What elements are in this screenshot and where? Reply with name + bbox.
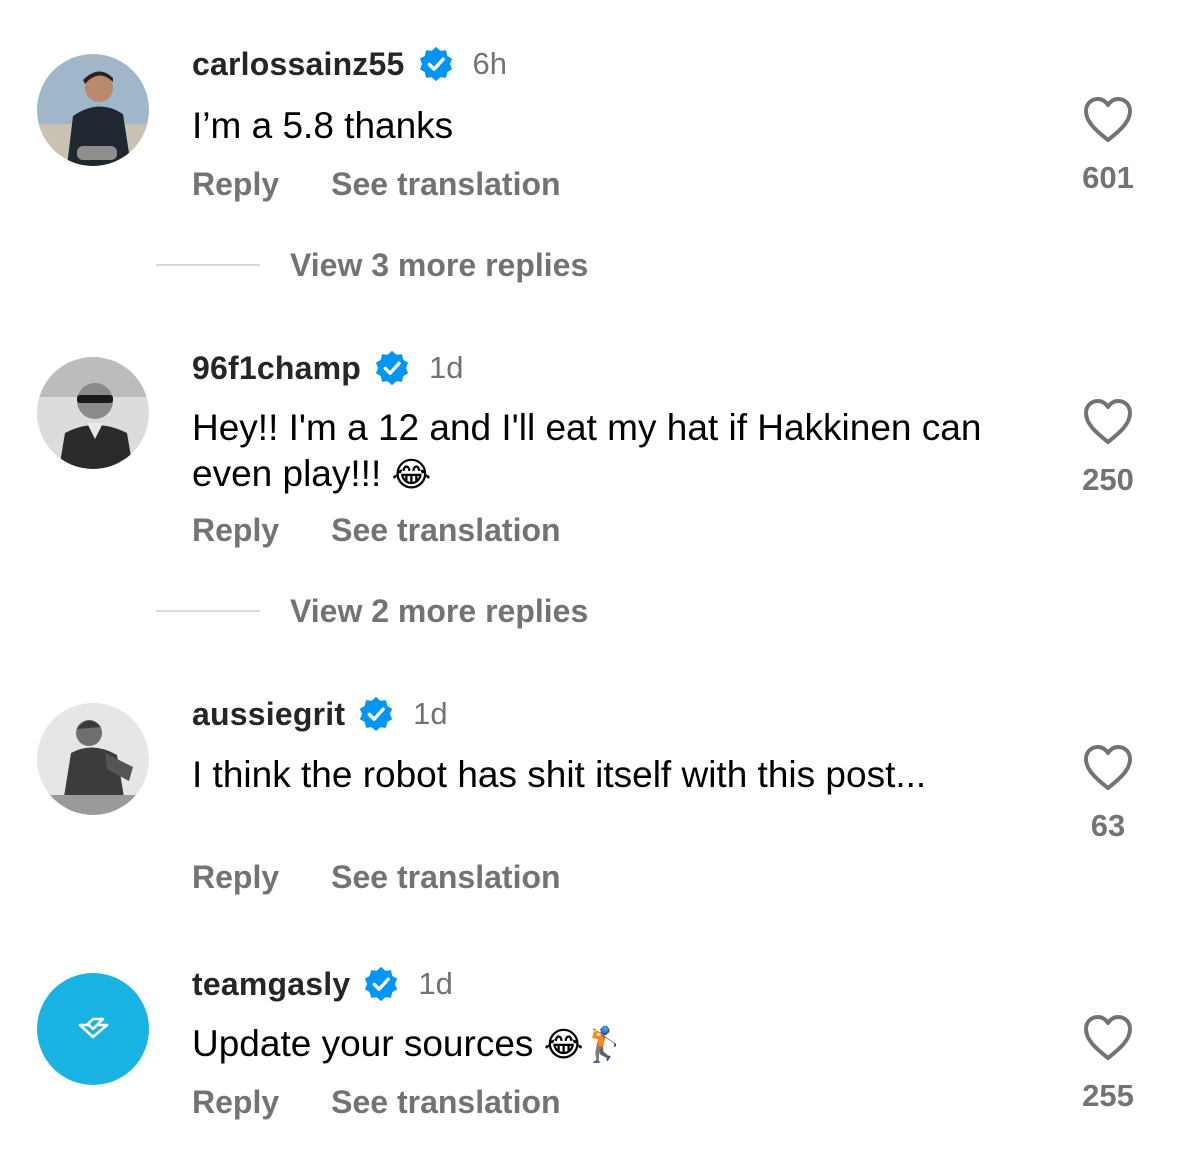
comment-actions: Reply See translation (192, 1080, 561, 1124)
heart-outline-icon[interactable] (1082, 96, 1134, 144)
username[interactable]: teamgasly (192, 966, 350, 1003)
view-more-replies[interactable]: View 2 more replies (156, 589, 588, 633)
view-more-replies-label: View 3 more replies (290, 246, 589, 283)
timestamp: 1d (429, 350, 464, 385)
divider (156, 610, 260, 612)
timestamp: 6h (472, 46, 507, 81)
like-control: 255 (1066, 1014, 1150, 1114)
divider (156, 264, 260, 266)
comment-meta: 96f1champ 1d (192, 346, 463, 390)
view-more-replies-label: View 2 more replies (290, 592, 589, 629)
username[interactable]: aussiegrit (192, 696, 345, 733)
laughing-emoji: 😂 (391, 455, 432, 495)
timestamp: 1d (418, 966, 453, 1001)
see-translation-button[interactable]: See translation (331, 859, 560, 896)
heart-outline-icon[interactable] (1082, 744, 1134, 792)
comment-text: Update your sources 😂🏌 (192, 1021, 1012, 1068)
comment-actions: Reply See translation (192, 508, 561, 552)
like-count: 255 (1082, 1078, 1134, 1113)
like-control: 601 (1066, 96, 1150, 196)
username[interactable]: 96f1champ (192, 350, 361, 387)
avatar[interactable] (37, 357, 149, 469)
verified-badge-icon (375, 350, 409, 386)
like-control: 63 (1066, 744, 1150, 844)
comment-body: Update your sources (192, 1023, 534, 1064)
username[interactable]: carlossainz55 (192, 46, 405, 83)
heart-outline-icon[interactable] (1082, 398, 1134, 446)
verified-badge-icon (419, 46, 452, 82)
verified-badge-icon (360, 696, 393, 732)
reply-button[interactable]: Reply (192, 166, 279, 203)
comment-actions: Reply See translation (192, 162, 561, 206)
reply-button[interactable]: Reply (192, 859, 279, 896)
comment-meta: aussiegrit 1d (192, 692, 448, 736)
like-count: 63 (1090, 808, 1126, 843)
avatar[interactable] (37, 54, 149, 166)
see-translation-button[interactable]: See translation (331, 1084, 560, 1121)
comment-text: I think the robot has shit itself with t… (192, 752, 1012, 798)
reply-button[interactable]: Reply (192, 512, 279, 549)
see-translation-button[interactable]: See translation (331, 512, 560, 549)
like-count: 601 (1082, 160, 1134, 195)
verified-badge-icon (365, 966, 398, 1002)
comment-meta: carlossainz55 6h (192, 42, 507, 86)
reply-button[interactable]: Reply (192, 1084, 279, 1121)
comment-actions: Reply See translation (192, 855, 561, 899)
see-translation-button[interactable]: See translation (331, 166, 560, 203)
comment-meta: teamgasly 1d (192, 962, 453, 1006)
avatar[interactable] (37, 703, 149, 815)
timestamp: 1d (413, 696, 448, 731)
comment-body: Hey!! I'm a 12 and I'll eat my hat if Ha… (192, 407, 982, 494)
heart-outline-icon[interactable] (1082, 1014, 1134, 1062)
comment-text: I’m a 5.8 thanks (192, 103, 1012, 149)
laughing-golfer-emoji: 😂🏌 (543, 1025, 626, 1065)
like-control: 250 (1066, 398, 1150, 498)
comment-text: Hey!! I'm a 12 and I'll eat my hat if Ha… (192, 405, 1012, 498)
avatar[interactable] (37, 973, 149, 1085)
comment-body: I think the robot has shit itself with t… (192, 754, 927, 795)
view-more-replies[interactable]: View 3 more replies (156, 243, 588, 287)
comment-body: I’m a 5.8 thanks (192, 105, 454, 146)
like-count: 250 (1082, 462, 1134, 497)
